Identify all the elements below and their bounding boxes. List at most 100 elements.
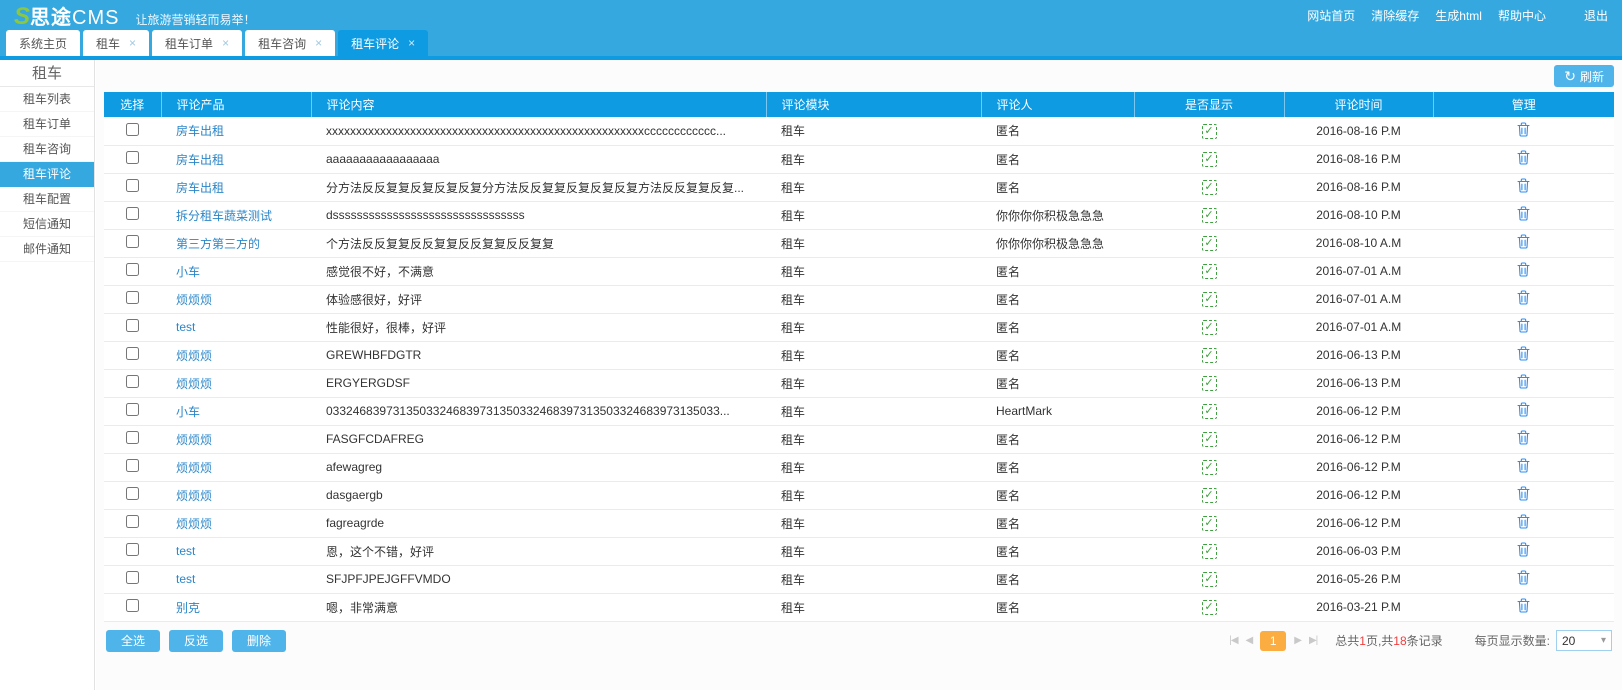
visible-check-icon[interactable]: ✓ (1202, 320, 1217, 335)
row-checkbox[interactable] (126, 459, 139, 472)
sidebar-item-email-notify[interactable]: 邮件通知 (0, 237, 94, 262)
trash-icon[interactable] (1517, 598, 1530, 613)
per-page-select[interactable]: 20 ▾ (1556, 630, 1612, 651)
next-page-icon[interactable]: ▶ (1294, 635, 1301, 646)
tab-close-icon[interactable]: × (408, 36, 415, 50)
prev-page-icon[interactable]: ◀ (1246, 635, 1253, 646)
row-checkbox[interactable] (126, 487, 139, 500)
trash-icon[interactable] (1517, 290, 1530, 305)
row-checkbox[interactable] (126, 543, 139, 556)
product-link[interactable]: 房车出租 (176, 124, 224, 138)
product-link[interactable]: 小车 (176, 265, 200, 279)
row-checkbox[interactable] (126, 151, 139, 164)
visible-check-icon[interactable]: ✓ (1202, 376, 1217, 391)
tab-car-comments[interactable]: 租车评论× (338, 30, 428, 56)
visible-check-icon[interactable]: ✓ (1202, 572, 1217, 587)
product-link[interactable]: 烦烦烦 (176, 349, 212, 363)
visible-check-icon[interactable]: ✓ (1202, 544, 1217, 559)
product-link[interactable]: test (176, 544, 195, 558)
trash-icon[interactable] (1517, 122, 1530, 137)
tab-car-orders[interactable]: 租车订单× (152, 30, 242, 56)
row-checkbox[interactable] (126, 123, 139, 136)
trash-icon[interactable] (1517, 206, 1530, 221)
top-link-site-home[interactable]: 网站首页 (1307, 7, 1355, 24)
row-checkbox[interactable] (126, 319, 139, 332)
product-link[interactable]: 烦烦烦 (176, 461, 212, 475)
trash-icon[interactable] (1517, 234, 1530, 249)
row-checkbox[interactable] (126, 179, 139, 192)
product-link[interactable]: 别克 (176, 601, 200, 615)
visible-check-icon[interactable]: ✓ (1202, 124, 1217, 139)
refresh-button[interactable]: ↻ 刷新 (1554, 65, 1614, 87)
tab-close-icon[interactable]: × (315, 36, 322, 50)
row-checkbox[interactable] (126, 403, 139, 416)
top-link-logout[interactable]: 退出 (1584, 7, 1608, 24)
first-page-icon[interactable]: |◀ (1229, 635, 1237, 646)
top-link-help-center[interactable]: 帮助中心 (1498, 7, 1546, 24)
product-link[interactable]: 烦烦烦 (176, 517, 212, 531)
visible-check-icon[interactable]: ✓ (1202, 404, 1217, 419)
visible-check-icon[interactable]: ✓ (1202, 292, 1217, 307)
visible-check-icon[interactable]: ✓ (1202, 460, 1217, 475)
sidebar-item-sms-notify[interactable]: 短信通知 (0, 212, 94, 237)
row-checkbox[interactable] (126, 515, 139, 528)
visible-check-icon[interactable]: ✓ (1202, 152, 1217, 167)
trash-icon[interactable] (1517, 178, 1530, 193)
visible-check-icon[interactable]: ✓ (1202, 348, 1217, 363)
product-link[interactable]: test (176, 572, 195, 586)
tab-car-inquiry[interactable]: 租车咨询× (245, 30, 335, 56)
product-link[interactable]: 烦烦烦 (176, 433, 212, 447)
trash-icon[interactable] (1517, 430, 1530, 445)
visible-check-icon[interactable]: ✓ (1202, 264, 1217, 279)
sidebar-item-car-orders[interactable]: 租车订单 (0, 112, 94, 137)
last-page-icon[interactable]: ▶| (1309, 635, 1317, 646)
row-checkbox[interactable] (126, 263, 139, 276)
tab-system-home[interactable]: 系统主页 (6, 30, 80, 56)
row-checkbox[interactable] (126, 431, 139, 444)
trash-icon[interactable] (1517, 402, 1530, 417)
select-all-button[interactable]: 全选 (106, 630, 160, 652)
sidebar-item-car-comments[interactable]: 租车评论 (0, 162, 94, 187)
trash-icon[interactable] (1517, 318, 1530, 333)
product-link[interactable]: 拆分租车蔬菜测试 (176, 209, 272, 223)
invert-selection-button[interactable]: 反选 (169, 630, 223, 652)
product-link[interactable]: 烦烦烦 (176, 489, 212, 503)
product-link[interactable]: test (176, 320, 195, 334)
product-link[interactable]: 房车出租 (176, 181, 224, 195)
row-checkbox[interactable] (126, 375, 139, 388)
trash-icon[interactable] (1517, 514, 1530, 529)
row-checkbox[interactable] (126, 347, 139, 360)
row-checkbox[interactable] (126, 235, 139, 248)
delete-button[interactable]: 删除 (232, 630, 286, 652)
product-link[interactable]: 小车 (176, 405, 200, 419)
row-checkbox[interactable] (126, 599, 139, 612)
product-link[interactable]: 烦烦烦 (176, 293, 212, 307)
current-page-button[interactable]: 1 (1260, 631, 1286, 651)
sidebar-item-car-inquiry[interactable]: 租车咨询 (0, 137, 94, 162)
visible-check-icon[interactable]: ✓ (1202, 600, 1217, 615)
trash-icon[interactable] (1517, 458, 1530, 473)
trash-icon[interactable] (1517, 374, 1530, 389)
visible-check-icon[interactable]: ✓ (1202, 516, 1217, 531)
sidebar-item-car-config[interactable]: 租车配置 (0, 187, 94, 212)
sidebar-item-car-list[interactable]: 租车列表 (0, 87, 94, 112)
trash-icon[interactable] (1517, 150, 1530, 165)
product-link[interactable]: 烦烦烦 (176, 377, 212, 391)
visible-check-icon[interactable]: ✓ (1202, 432, 1217, 447)
row-checkbox[interactable] (126, 571, 139, 584)
visible-check-icon[interactable]: ✓ (1202, 236, 1217, 251)
top-link-clear-cache[interactable]: 清除缓存 (1371, 7, 1419, 24)
product-link[interactable]: 第三方第三方的 (176, 237, 260, 251)
product-link[interactable]: 房车出租 (176, 153, 224, 167)
visible-check-icon[interactable]: ✓ (1202, 208, 1217, 223)
row-checkbox[interactable] (126, 207, 139, 220)
top-link-generate-html[interactable]: 生成html (1435, 7, 1482, 24)
tab-close-icon[interactable]: × (129, 36, 136, 50)
visible-check-icon[interactable]: ✓ (1202, 180, 1217, 195)
trash-icon[interactable] (1517, 346, 1530, 361)
row-checkbox[interactable] (126, 291, 139, 304)
trash-icon[interactable] (1517, 570, 1530, 585)
trash-icon[interactable] (1517, 486, 1530, 501)
tab-car-rental[interactable]: 租车× (83, 30, 149, 56)
trash-icon[interactable] (1517, 262, 1530, 277)
